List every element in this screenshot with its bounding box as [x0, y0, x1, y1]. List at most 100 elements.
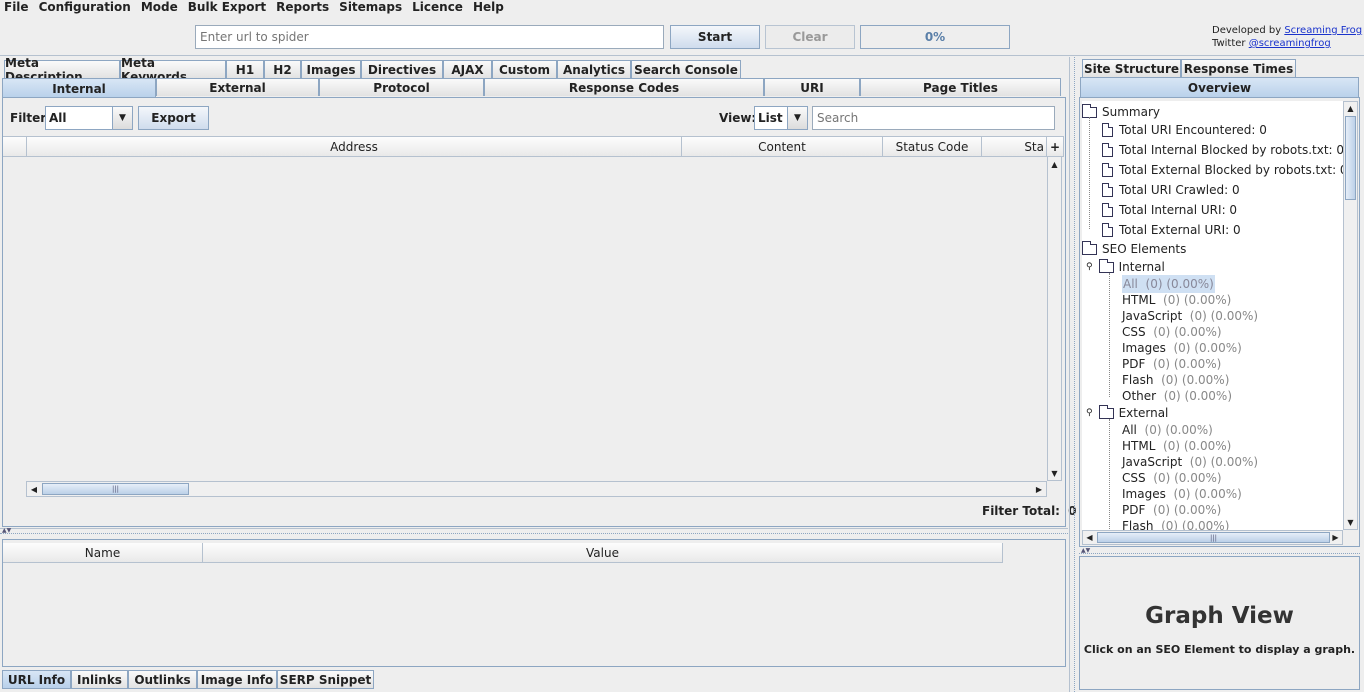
tab-meta-description[interactable]: Meta Description: [4, 56, 120, 84]
start-button[interactable]: Start: [670, 25, 760, 49]
tree-summary[interactable]: Summary: [1082, 103, 1160, 121]
column-header-status-code[interactable]: Status Code: [883, 137, 982, 157]
scroll-right-icon[interactable]: ▶: [1032, 482, 1046, 496]
tree-item[interactable]: Total Internal Blocked by robots.txt: 0: [1102, 141, 1343, 159]
menu-configuration[interactable]: Configuration: [35, 0, 137, 16]
add-column-icon[interactable]: +: [1047, 137, 1064, 157]
horizontal-splitter[interactable]: ▲▼: [0, 527, 1068, 534]
column-header-name[interactable]: Name: [3, 543, 203, 563]
tree-external[interactable]: ⚲ External: [1086, 404, 1168, 422]
tab-h1[interactable]: H1: [226, 60, 264, 78]
folder-icon: [1082, 240, 1097, 255]
tab-ajax[interactable]: AJAX: [443, 60, 492, 78]
export-button[interactable]: Export: [138, 106, 209, 130]
tab-directives[interactable]: Directives: [361, 60, 443, 78]
scroll-thumb[interactable]: [1345, 116, 1356, 200]
tab-overview[interactable]: Overview: [1080, 77, 1359, 98]
expand-toggle-icon[interactable]: ⚲: [1086, 404, 1093, 422]
scroll-left-icon[interactable]: ◀: [27, 482, 41, 496]
url-input[interactable]: [195, 25, 664, 49]
tree-item-label: Total URI Encountered: 0: [1119, 123, 1267, 137]
tab-meta-keywords[interactable]: Meta Keywords: [120, 56, 226, 84]
tab-serp-snippet[interactable]: SERP Snippet: [277, 670, 374, 689]
company-link[interactable]: Screaming Frog: [1284, 25, 1362, 36]
menu-file[interactable]: File: [0, 0, 35, 16]
menu-bulk-export[interactable]: Bulk Export: [184, 0, 272, 16]
document-icon: [1102, 183, 1113, 197]
tree-item-name: Flash: [1122, 519, 1154, 530]
graph-view-hint: Click on an SEO Element to display a gra…: [1083, 643, 1356, 656]
scroll-down-icon[interactable]: ▼: [1048, 466, 1061, 480]
document-icon: [1102, 223, 1113, 237]
tab-protocol[interactable]: Protocol: [319, 78, 484, 96]
table-horizontal-scrollbar[interactable]: ◀ ||| ▶: [26, 481, 1047, 497]
tree-horizontal-scrollbar[interactable]: ◀ ||| ▶: [1082, 530, 1343, 545]
tree-internal[interactable]: ⚲ Internal: [1086, 258, 1165, 276]
tree-item-name: All: [1123, 277, 1138, 291]
tab-url-info[interactable]: URL Info: [2, 670, 71, 689]
scroll-right-icon[interactable]: ▶: [1329, 531, 1342, 544]
scroll-thumb[interactable]: |||: [1097, 532, 1330, 543]
view-select[interactable]: List ▼: [754, 106, 808, 130]
column-header-value[interactable]: Value: [203, 543, 1003, 563]
table-vertical-scrollbar[interactable]: ▲ ▼: [1047, 156, 1062, 481]
tab-outlinks[interactable]: Outlinks: [128, 670, 197, 689]
tree-internal-other[interactable]: Other (0) (0.00%): [1122, 387, 1232, 405]
tab-images[interactable]: Images: [301, 60, 361, 78]
tab-page-titles[interactable]: Page Titles: [860, 78, 1061, 96]
column-header-content[interactable]: Content: [682, 137, 883, 157]
vertical-splitter[interactable]: [1069, 57, 1075, 692]
details-panel: Name Value: [2, 539, 1066, 667]
collapse-arrows-icon[interactable]: ▲▼: [1081, 547, 1090, 554]
tree-item[interactable]: Total Internal URI: 0: [1102, 201, 1237, 219]
chevron-down-icon: ▼: [112, 107, 132, 129]
developed-by-label: Developed by: [1212, 25, 1282, 36]
tree-item[interactable]: Total URI Encountered: 0: [1102, 121, 1267, 139]
tab-site-structure[interactable]: Site Structure: [1082, 59, 1181, 77]
scroll-thumb[interactable]: |||: [42, 483, 189, 495]
right-horizontal-splitter[interactable]: ▲▼: [1079, 547, 1360, 554]
graph-view-title: Graph View: [1145, 603, 1294, 629]
tab-response-codes[interactable]: Response Codes: [484, 78, 764, 96]
scroll-down-icon[interactable]: ▼: [1344, 516, 1357, 529]
tree-item-label: Total Internal Blocked by robots.txt: 0: [1119, 143, 1343, 157]
tree-item[interactable]: Total External Blocked by robots.txt: 0: [1102, 161, 1343, 179]
document-icon: [1102, 203, 1113, 217]
scroll-left-icon[interactable]: ◀: [1083, 531, 1096, 544]
menu-licence[interactable]: Licence: [408, 0, 469, 16]
tree-external-flash[interactable]: Flash (0) (0.00%): [1122, 517, 1229, 530]
column-header-address[interactable]: Address: [27, 137, 682, 157]
tab-h2[interactable]: H2: [264, 60, 301, 78]
tree-seo-elements[interactable]: SEO Elements: [1082, 240, 1186, 258]
document-icon: [1102, 143, 1113, 157]
tree-item[interactable]: Total URI Crawled: 0: [1102, 181, 1240, 199]
menu-mode[interactable]: Mode: [137, 0, 184, 16]
column-header-status[interactable]: Sta: [982, 137, 1047, 157]
tab-analytics[interactable]: Analytics: [557, 60, 631, 78]
tab-uri[interactable]: URI: [764, 78, 860, 96]
scroll-up-icon[interactable]: ▲: [1344, 102, 1357, 115]
tab-response-times[interactable]: Response Times: [1181, 59, 1296, 77]
folder-icon: [1098, 258, 1114, 273]
expand-toggle-icon[interactable]: ⚲: [1086, 258, 1093, 276]
tree-item[interactable]: Total External URI: 0: [1102, 221, 1241, 239]
twitter-link[interactable]: @screamingfrog: [1249, 38, 1331, 49]
row-number-header: [3, 137, 27, 157]
tree-vertical-scrollbar[interactable]: ▲ ▼: [1343, 101, 1358, 530]
tab-external[interactable]: External: [156, 78, 319, 96]
clear-button[interactable]: Clear: [765, 25, 855, 49]
scroll-up-icon[interactable]: ▲: [1048, 157, 1061, 171]
tab-internal[interactable]: Internal: [2, 78, 156, 98]
menu-reports[interactable]: Reports: [272, 0, 335, 16]
tab-custom[interactable]: Custom: [492, 60, 557, 78]
tab-image-info[interactable]: Image Info: [197, 670, 277, 689]
menu-sitemaps[interactable]: Sitemaps: [335, 0, 408, 16]
search-input[interactable]: [812, 106, 1055, 130]
filter-select[interactable]: All ▼: [45, 106, 133, 130]
collapse-arrows-icon[interactable]: ▲▼: [2, 527, 11, 534]
chevron-down-icon: ▼: [787, 107, 807, 129]
tree-guide: [1109, 273, 1110, 397]
menu-help[interactable]: Help: [469, 0, 510, 16]
tab-inlinks[interactable]: Inlinks: [71, 670, 128, 689]
tab-search-console[interactable]: Search Console: [631, 60, 741, 78]
